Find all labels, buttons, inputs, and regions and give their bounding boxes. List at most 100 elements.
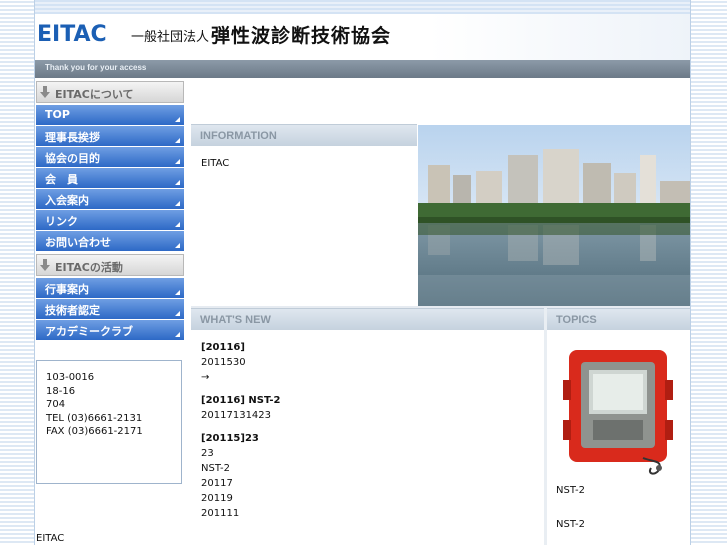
- address-postal: 103-0016: [46, 372, 95, 383]
- corner-arrow-icon: [175, 290, 180, 295]
- nav-item-label: 理事長挨拶: [45, 131, 100, 144]
- nav-item-greeting[interactable]: 理事長挨拶: [36, 126, 184, 146]
- site-header: EITAC 一般社団法人 弾性波診断技術協会: [35, 14, 690, 60]
- news-item: [20116] 2011530 →: [201, 340, 541, 385]
- corner-arrow-icon: [175, 222, 180, 227]
- news-heading: [20116] NST-2: [201, 393, 541, 408]
- corner-arrow-icon: [175, 311, 180, 316]
- corner-arrow-icon: [175, 180, 180, 185]
- news-heading-tail: ] NST-2: [240, 395, 281, 406]
- sidebar-section-about-header: EITACについて: [36, 81, 184, 103]
- arrow-down-icon: [40, 259, 50, 271]
- sidebar: EITACについて TOP 理事長挨拶 協会の目的 会 員 入会案内 リンク お…: [35, 78, 191, 545]
- nav-item-links[interactable]: リンク: [36, 210, 184, 230]
- nav-item-purpose[interactable]: 協会の目的: [36, 147, 184, 167]
- background-stripe-right: [691, 0, 727, 545]
- news-line: →: [201, 370, 541, 385]
- topics-header: TOPICS: [547, 308, 690, 330]
- nav-item-members[interactable]: 会 員: [36, 168, 184, 188]
- arrow-right-icon: →: [201, 372, 210, 383]
- topics-line: NST-2: [556, 519, 585, 530]
- nav-item-label: 入会案内: [45, 194, 89, 207]
- nav-item-join[interactable]: 入会案内: [36, 189, 184, 209]
- corner-arrow-icon: [175, 138, 180, 143]
- column-separator: [544, 308, 547, 545]
- news-text: 2011: [201, 357, 227, 368]
- nav-item-academy[interactable]: アカデミークラブ: [36, 320, 184, 340]
- site-logo[interactable]: EITAC: [37, 22, 107, 47]
- address-line: 704: [46, 399, 66, 410]
- nst2-device-image[interactable]: [563, 340, 673, 478]
- news-text: 23: [258, 410, 272, 421]
- news-heading-number: 23: [244, 433, 259, 444]
- intro-row: [191, 78, 690, 124]
- news-item: [20116] NST-2 20117131423: [201, 393, 541, 423]
- nav-item-label: アカデミークラブ: [45, 325, 133, 338]
- news-line: 23: [201, 448, 214, 459]
- news-text: 14: [245, 410, 259, 421]
- corner-arrow-icon: [175, 117, 180, 122]
- nav-item-label: リンク: [45, 215, 78, 228]
- news-date-year: [2011: [201, 433, 234, 444]
- tagline-bar: Thank you for your access: [35, 60, 690, 78]
- tagline-text: Thank you for your access: [45, 63, 147, 72]
- news-line: 2011530: [201, 355, 541, 370]
- address-line: 18-16: [46, 385, 76, 397]
- city-lake-photo: [418, 125, 690, 306]
- org-name: 弾性波診断技術協会: [211, 25, 392, 47]
- news-text: 2011: [201, 493, 227, 504]
- nav-item-label: お問い合わせ: [45, 236, 111, 249]
- sidebar-section-activities-header: EITACの活動: [36, 254, 184, 276]
- news-date-year: [2011: [201, 395, 234, 406]
- address-box: 103-0016 18-16 704 TEL (03)6661-2131 FAX…: [36, 360, 182, 484]
- corner-arrow-icon: [175, 201, 180, 206]
- news-text: 7: [226, 478, 233, 489]
- nav-item-label: 会 員: [45, 173, 78, 186]
- news-line: 201111: [201, 506, 541, 521]
- nav-item-events[interactable]: 行事案内: [36, 278, 184, 298]
- news-text: 13: [232, 410, 246, 421]
- news-text: 2011: [201, 410, 227, 421]
- news-item: [20115]23 23 NST-2 20117 20119 201111: [201, 431, 541, 521]
- main-content: INFORMATION EITAC WHAT'S NEW TOPICS [201…: [191, 78, 690, 545]
- information-text-a: EITAC: [201, 158, 230, 169]
- nav-item-contact[interactable]: お問い合わせ: [36, 231, 184, 251]
- sidebar-nav-activities: 行事案内 技術者認定 アカデミークラブ: [36, 278, 184, 340]
- topics-title: TOPICS: [556, 314, 597, 326]
- corner-arrow-icon: [175, 243, 180, 248]
- news-text: 30: [232, 357, 246, 368]
- sidebar-section-activities-title: EITACの活動: [55, 261, 123, 274]
- sidebar-bottom-text: EITAC: [36, 533, 65, 544]
- news-line: 20119: [201, 491, 541, 506]
- topics-line: NST-2: [556, 485, 585, 496]
- nav-item-label: TOP: [45, 108, 70, 121]
- information-header: INFORMATION: [191, 124, 417, 146]
- news-heading: [20116]: [201, 340, 541, 355]
- logo-text: EITAC: [37, 22, 107, 47]
- news-line: NST-2: [201, 463, 230, 474]
- nav-item-label: 技術者認定: [45, 304, 100, 317]
- arrow-down-icon: [40, 86, 50, 98]
- news-line: 20117: [201, 476, 541, 491]
- org-prefix: 一般社団法人: [131, 30, 210, 45]
- news-heading: [20115]23: [201, 431, 541, 446]
- address-tel: TEL (03)6661-2131: [46, 412, 143, 424]
- background-stripe-left: [0, 0, 34, 545]
- corner-arrow-icon: [175, 332, 180, 337]
- news-list: [20116] 2011530 → [20116] NST-2 20117131…: [201, 340, 541, 529]
- nav-item-label: 協会の目的: [45, 152, 100, 165]
- news-text: 11: [226, 508, 240, 519]
- whats-new-title: WHAT'S NEW: [200, 314, 271, 326]
- information-text: EITAC: [201, 156, 413, 171]
- news-text: 2011: [201, 478, 227, 489]
- news-heading-tail: ]: [240, 342, 245, 353]
- nav-item-label: 行事案内: [45, 283, 89, 296]
- sidebar-nav-about: TOP 理事長挨拶 協会の目的 会 員 入会案内 リンク お問い合わせ: [36, 105, 184, 251]
- news-date-year: [2011: [201, 342, 234, 353]
- page-container: EITAC 一般社団法人 弾性波診断技術協会 Thank you for you…: [34, 0, 691, 545]
- nav-item-certification[interactable]: 技術者認定: [36, 299, 184, 319]
- nav-item-top[interactable]: TOP: [36, 105, 184, 125]
- whats-new-header: WHAT'S NEW: [191, 308, 544, 330]
- topics-text: NST-2 NST-2: [556, 484, 688, 532]
- address-fax: FAX (03)6661-2171: [46, 426, 143, 437]
